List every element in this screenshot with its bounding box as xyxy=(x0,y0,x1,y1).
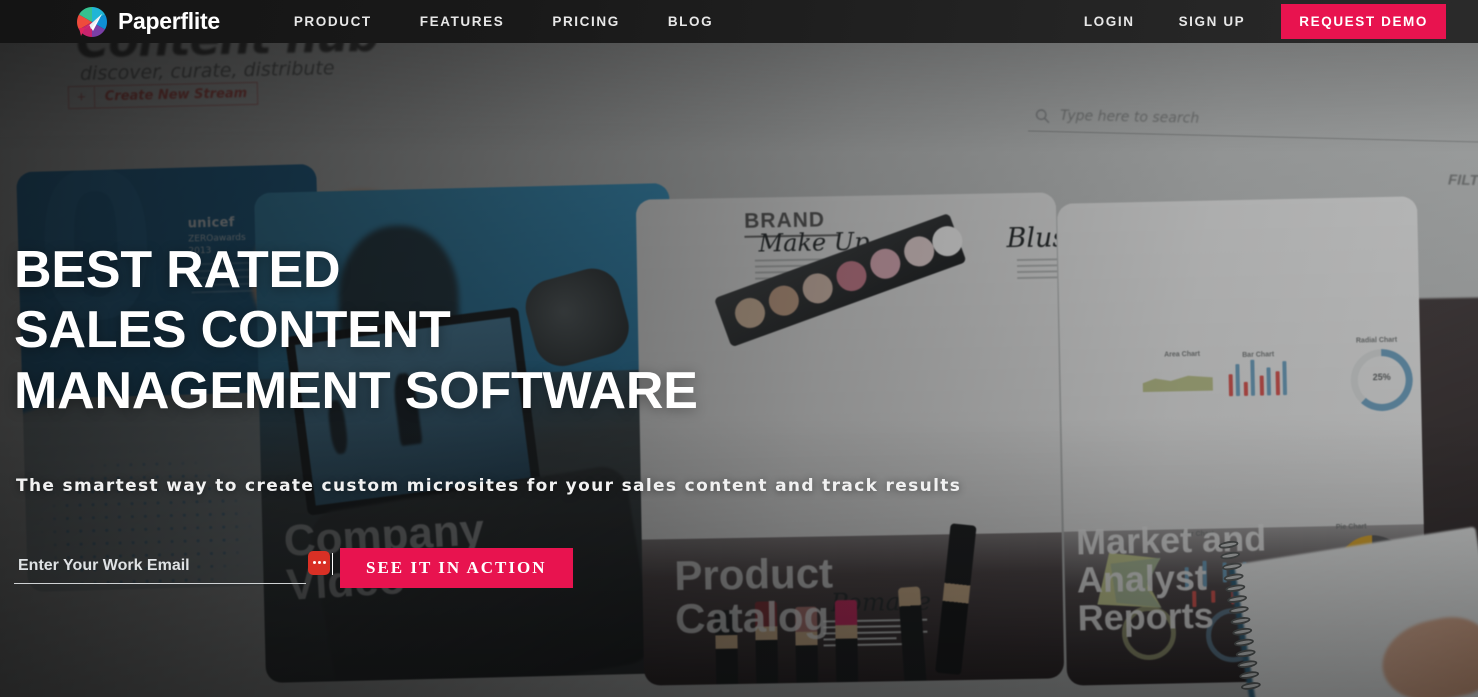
signup-link[interactable]: SIGN UP xyxy=(1157,14,1268,29)
hero-headline: BEST RATED SALES CONTENT MANAGEMENT SOFT… xyxy=(14,240,914,421)
hero-headline-line-2: SALES CONTENT xyxy=(14,301,451,360)
nav-item-features[interactable]: FEATURES xyxy=(396,14,529,29)
hero-headline-line-3: MANAGEMENT SOFTWARE xyxy=(14,361,698,420)
site-header: Paperflite PRODUCT FEATURES PRICING BLOG… xyxy=(0,0,1478,43)
hero-signup-form: SEE IT IN ACTION xyxy=(14,548,573,588)
hero-subheadline: The smartest way to create custom micros… xyxy=(16,476,962,496)
main-navigation: PRODUCT FEATURES PRICING BLOG xyxy=(270,14,737,29)
page-root: Content hub discover, curate, distribute… xyxy=(0,0,1478,697)
nav-item-pricing[interactable]: PRICING xyxy=(528,14,643,29)
nav-item-blog[interactable]: BLOG xyxy=(644,14,737,29)
hero-headline-line-1: BEST RATED xyxy=(14,241,341,299)
login-link[interactable]: LOGIN xyxy=(1062,14,1157,29)
brand-logo-link[interactable]: Paperflite xyxy=(76,6,220,38)
header-actions: LOGIN SIGN UP REQUEST DEMO xyxy=(1062,4,1478,39)
text-caret xyxy=(331,552,333,575)
brand-name: Paperflite xyxy=(118,8,220,34)
password-manager-icon[interactable] xyxy=(308,550,330,575)
see-it-in-action-button[interactable]: SEE IT IN ACTION xyxy=(340,548,573,588)
work-email-input[interactable] xyxy=(14,552,306,584)
nav-item-product[interactable]: PRODUCT xyxy=(270,14,396,29)
hero-section: BEST RATED SALES CONTENT MANAGEMENT SOFT… xyxy=(0,0,1478,697)
email-field-wrapper xyxy=(14,550,333,584)
paperflite-pinwheel-logo-icon xyxy=(76,6,108,38)
request-demo-button[interactable]: REQUEST DEMO xyxy=(1281,4,1446,39)
